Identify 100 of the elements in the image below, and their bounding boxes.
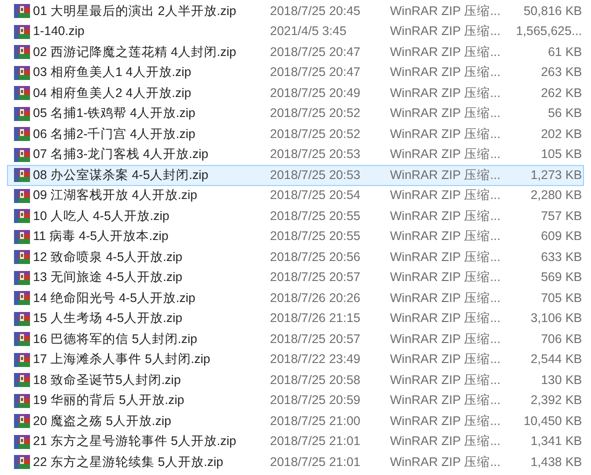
date-modified: 2018/7/25 20:49: [270, 84, 362, 102]
file-row[interactable]: 15 人生考场 4-5人开放.zip 2018/7/26 21:15 WinRAR ZIP 压缩... 3,106 KB: [7, 308, 584, 329]
date-modified: 2018/7/25 20:59: [270, 392, 362, 410]
file-name: 17 上海滩杀人事件 5人封闭.zip: [32, 351, 212, 368]
file-row[interactable]: 11 病毒 4-5人开放本.zip 2018/7/25 20:55 WinRAR ZIP 压缩... 609 KB: [7, 226, 584, 247]
file-size: 1,438 KB: [530, 454, 582, 471]
file-size: 757 KB: [540, 208, 582, 225]
file-type: WinRAR ZIP 压缩...: [390, 412, 498, 430]
file-type: WinRAR ZIP 压缩...: [390, 208, 498, 225]
date-modified: 2018/7/26 20:26: [270, 290, 362, 307]
file-type: WinRAR ZIP 压缩...: [390, 330, 498, 348]
date-modified: 2018/7/25 20:58: [270, 372, 362, 389]
file-row[interactable]: 17 上海滩杀人事件 5人封闭.zip 2018/7/22 23:49 WinRAR ZIP 压缩... 2,544 KB: [7, 350, 584, 370]
file-row[interactable]: 14 绝命阳光号 4-5人开放.zip 2018/7/26 20:26 WinRAR ZIP 压缩... 705 KB: [7, 288, 584, 308]
file-size: 130 KB: [540, 372, 582, 389]
file-name: 22 东方之星游轮续集 5人开放.zip: [32, 454, 224, 471]
archive-icon: [14, 249, 30, 266]
file-size: 1,273 KB: [530, 166, 582, 184]
file-row[interactable]: 08 办公室谋杀案 4-5人封闭.zip 2018/7/25 20:53 WinRAR ZIP 压缩... 1,273 KB: [7, 165, 584, 186]
file-size: 263 KB: [540, 64, 582, 82]
file-type: WinRAR ZIP 压缩...: [390, 433, 498, 450]
file-name: 20 魔盗之殇 5人开放.zip: [32, 412, 172, 430]
archive-icon: [14, 24, 30, 40]
file-type: WinRAR ZIP 压缩...: [390, 84, 498, 102]
file-size: 10,450 KB: [522, 412, 582, 430]
file-name: 08 办公室谋杀案 4-5人封闭.zip: [32, 166, 210, 184]
file-name: 10 人吃人 4-5人开放.zip: [32, 208, 170, 225]
file-name: 16 巴德将军的信 5人封闭.zip: [32, 330, 198, 348]
file-row[interactable]: 03 相府鱼美人1 4人开放.zip 2018/7/25 20:47 WinRAR ZIP 压缩... 263 KB: [7, 62, 584, 83]
file-row[interactable]: 22 东方之星游轮续集 5人开放.zip 2018/7/25 21:01 WinRAR ZIP 压缩... 1,438 KB: [7, 452, 584, 472]
file-type: WinRAR ZIP 压缩...: [390, 290, 498, 307]
file-type: WinRAR ZIP 压缩...: [390, 228, 498, 246]
file-type: WinRAR ZIP 压缩...: [390, 310, 498, 328]
file-size: 61 KB: [546, 44, 582, 61]
date-modified: 2018/7/25 20:57: [270, 269, 362, 286]
file-size: 50,816 KB: [522, 2, 582, 20]
file-size: 706 KB: [540, 330, 582, 348]
file-row[interactable]: 09 江湖客栈开放 4人开放.zip 2018/7/25 20:54 WinRAR ZIP 压缩... 2,280 KB: [7, 186, 584, 206]
archive-icon: [14, 290, 30, 306]
file-size: 609 KB: [540, 228, 582, 246]
file-type: WinRAR ZIP 压缩...: [390, 44, 498, 61]
archive-icon: [14, 106, 30, 122]
archive-icon: [14, 146, 30, 163]
file-type: WinRAR ZIP 压缩...: [390, 187, 498, 204]
archive-icon: [14, 188, 30, 204]
file-row[interactable]: 19 华丽的背后 5人开放.zip 2018/7/25 20:59 WinRAR ZIP 压缩... 2,392 KB: [7, 390, 584, 411]
file-name: 06 名捕2-千门宫 4人开放.zip: [32, 126, 196, 143]
file-row[interactable]: 04 相府鱼美人2 4人开放.zip 2018/7/25 20:49 WinRAR ZIP 压缩... 262 KB: [7, 83, 584, 104]
file-name: 02 西游记降魔之莲花精 4人封闭.zip: [32, 44, 238, 61]
archive-icon: [14, 331, 30, 348]
archive-icon: [14, 352, 30, 368]
file-row[interactable]: 18 致命圣诞节5人封闭.zip 2018/7/25 20:58 WinRAR ZIP 压缩... 130 KB: [7, 370, 584, 390]
file-size: 202 KB: [540, 126, 582, 143]
file-type: WinRAR ZIP 压缩...: [390, 392, 498, 410]
file-row[interactable]: 01 大明星最后的演出 2人半开放.zip 2018/7/25 20:45 WinRAR ZIP 压缩... 50,816 KB: [7, 1, 584, 22]
file-type: WinRAR ZIP 压缩...: [390, 2, 498, 20]
date-modified: 2018/7/25 21:00: [270, 412, 362, 430]
file-row[interactable]: 12 致命喷泉 4-5人开放.zip 2018/7/25 20:56 WinRAR ZIP 压缩... 633 KB: [7, 247, 584, 268]
file-name: 09 江湖客栈开放 4人开放.zip: [32, 187, 198, 204]
file-size: 262 KB: [540, 84, 582, 102]
date-modified: 2018/7/25 21:01: [270, 454, 362, 471]
date-modified: 2018/7/25 20:53: [270, 166, 362, 184]
archive-icon: [14, 454, 30, 470]
file-row[interactable]: 13 无间旅途 4-5人开放.zip 2018/7/25 20:57 WinRAR ZIP 压缩... 569 KB: [7, 268, 584, 288]
file-row[interactable]: 20 魔盗之殇 5人开放.zip 2018/7/25 21:00 WinRAR ZIP 压缩... 10,450 KB: [7, 411, 584, 432]
file-type: WinRAR ZIP 压缩...: [390, 23, 498, 40]
file-row[interactable]: 02 西游记降魔之莲花精 4人封闭.zip 2018/7/25 20:47 WinRAR ZIP 压缩... 61 KB: [7, 42, 584, 62]
date-modified: 2018/7/25 20:54: [270, 187, 362, 204]
archive-icon: [14, 44, 30, 60]
file-size: 2,544 KB: [530, 351, 582, 368]
file-name: 05 名捕1-铁鸡帮 4人开放.zip: [32, 105, 196, 122]
file-size: 56 KB: [546, 105, 582, 122]
file-row[interactable]: 05 名捕1-铁鸡帮 4人开放.zip 2018/7/25 20:52 WinRAR ZIP 压缩... 56 KB: [7, 104, 584, 124]
file-row[interactable]: 1-140.zip 2021/4/5 3:45 WinRAR ZIP 压缩... 1,565,625...: [7, 22, 584, 42]
file-name: 12 致命喷泉 4-5人开放.zip: [32, 248, 184, 266]
file-size: 705 KB: [540, 290, 582, 307]
date-modified: 2018/7/25 20:57: [270, 330, 362, 348]
file-row[interactable]: 16 巴德将军的信 5人封闭.zip 2018/7/25 20:57 WinRAR ZIP 压缩... 706 KB: [7, 329, 584, 350]
archive-icon: [14, 85, 30, 102]
file-name: 1-140.zip: [32, 23, 86, 40]
file-row[interactable]: 10 人吃人 4-5人开放.zip 2018/7/25 20:55 WinRAR ZIP 压缩... 757 KB: [7, 206, 584, 226]
file-row[interactable]: 21 东方之星号游轮事件 5人开放.zip 2018/7/25 21:01 WinRAR ZIP 压缩... 1,341 KB: [7, 432, 584, 452]
file-name: 18 致命圣诞节5人封闭.zip: [32, 372, 182, 389]
archive-icon: [14, 434, 30, 450]
file-row[interactable]: 06 名捕2-千门宫 4人开放.zip 2018/7/25 20:52 WinRAR ZIP 压缩... 202 KB: [7, 124, 584, 144]
archive-icon: [14, 392, 30, 409]
archive-icon: [14, 3, 30, 20]
date-modified: 2018/7/26 21:15: [270, 310, 362, 328]
file-type: WinRAR ZIP 压缩...: [390, 146, 498, 164]
file-type: WinRAR ZIP 压缩...: [390, 126, 498, 143]
date-modified: 2018/7/25 20:47: [270, 64, 362, 82]
file-row[interactable]: 07 名捕3-龙门客栈 4人开放.zip 2018/7/25 20:53 WinRAR ZIP 压缩... 105 KB: [7, 144, 584, 165]
file-name: 13 无间旅途 4-5人开放.zip: [32, 269, 184, 286]
file-name: 14 绝命阳光号 4-5人开放.zip: [32, 290, 196, 307]
file-type: WinRAR ZIP 压缩...: [390, 248, 498, 266]
file-size: 2,280 KB: [530, 187, 582, 204]
date-modified: 2018/7/25 20:53: [270, 146, 362, 164]
file-size: 2,392 KB: [530, 392, 582, 410]
file-type: WinRAR ZIP 压缩...: [390, 105, 498, 122]
file-name: 21 东方之星号游轮事件 5人开放.zip: [32, 433, 238, 450]
